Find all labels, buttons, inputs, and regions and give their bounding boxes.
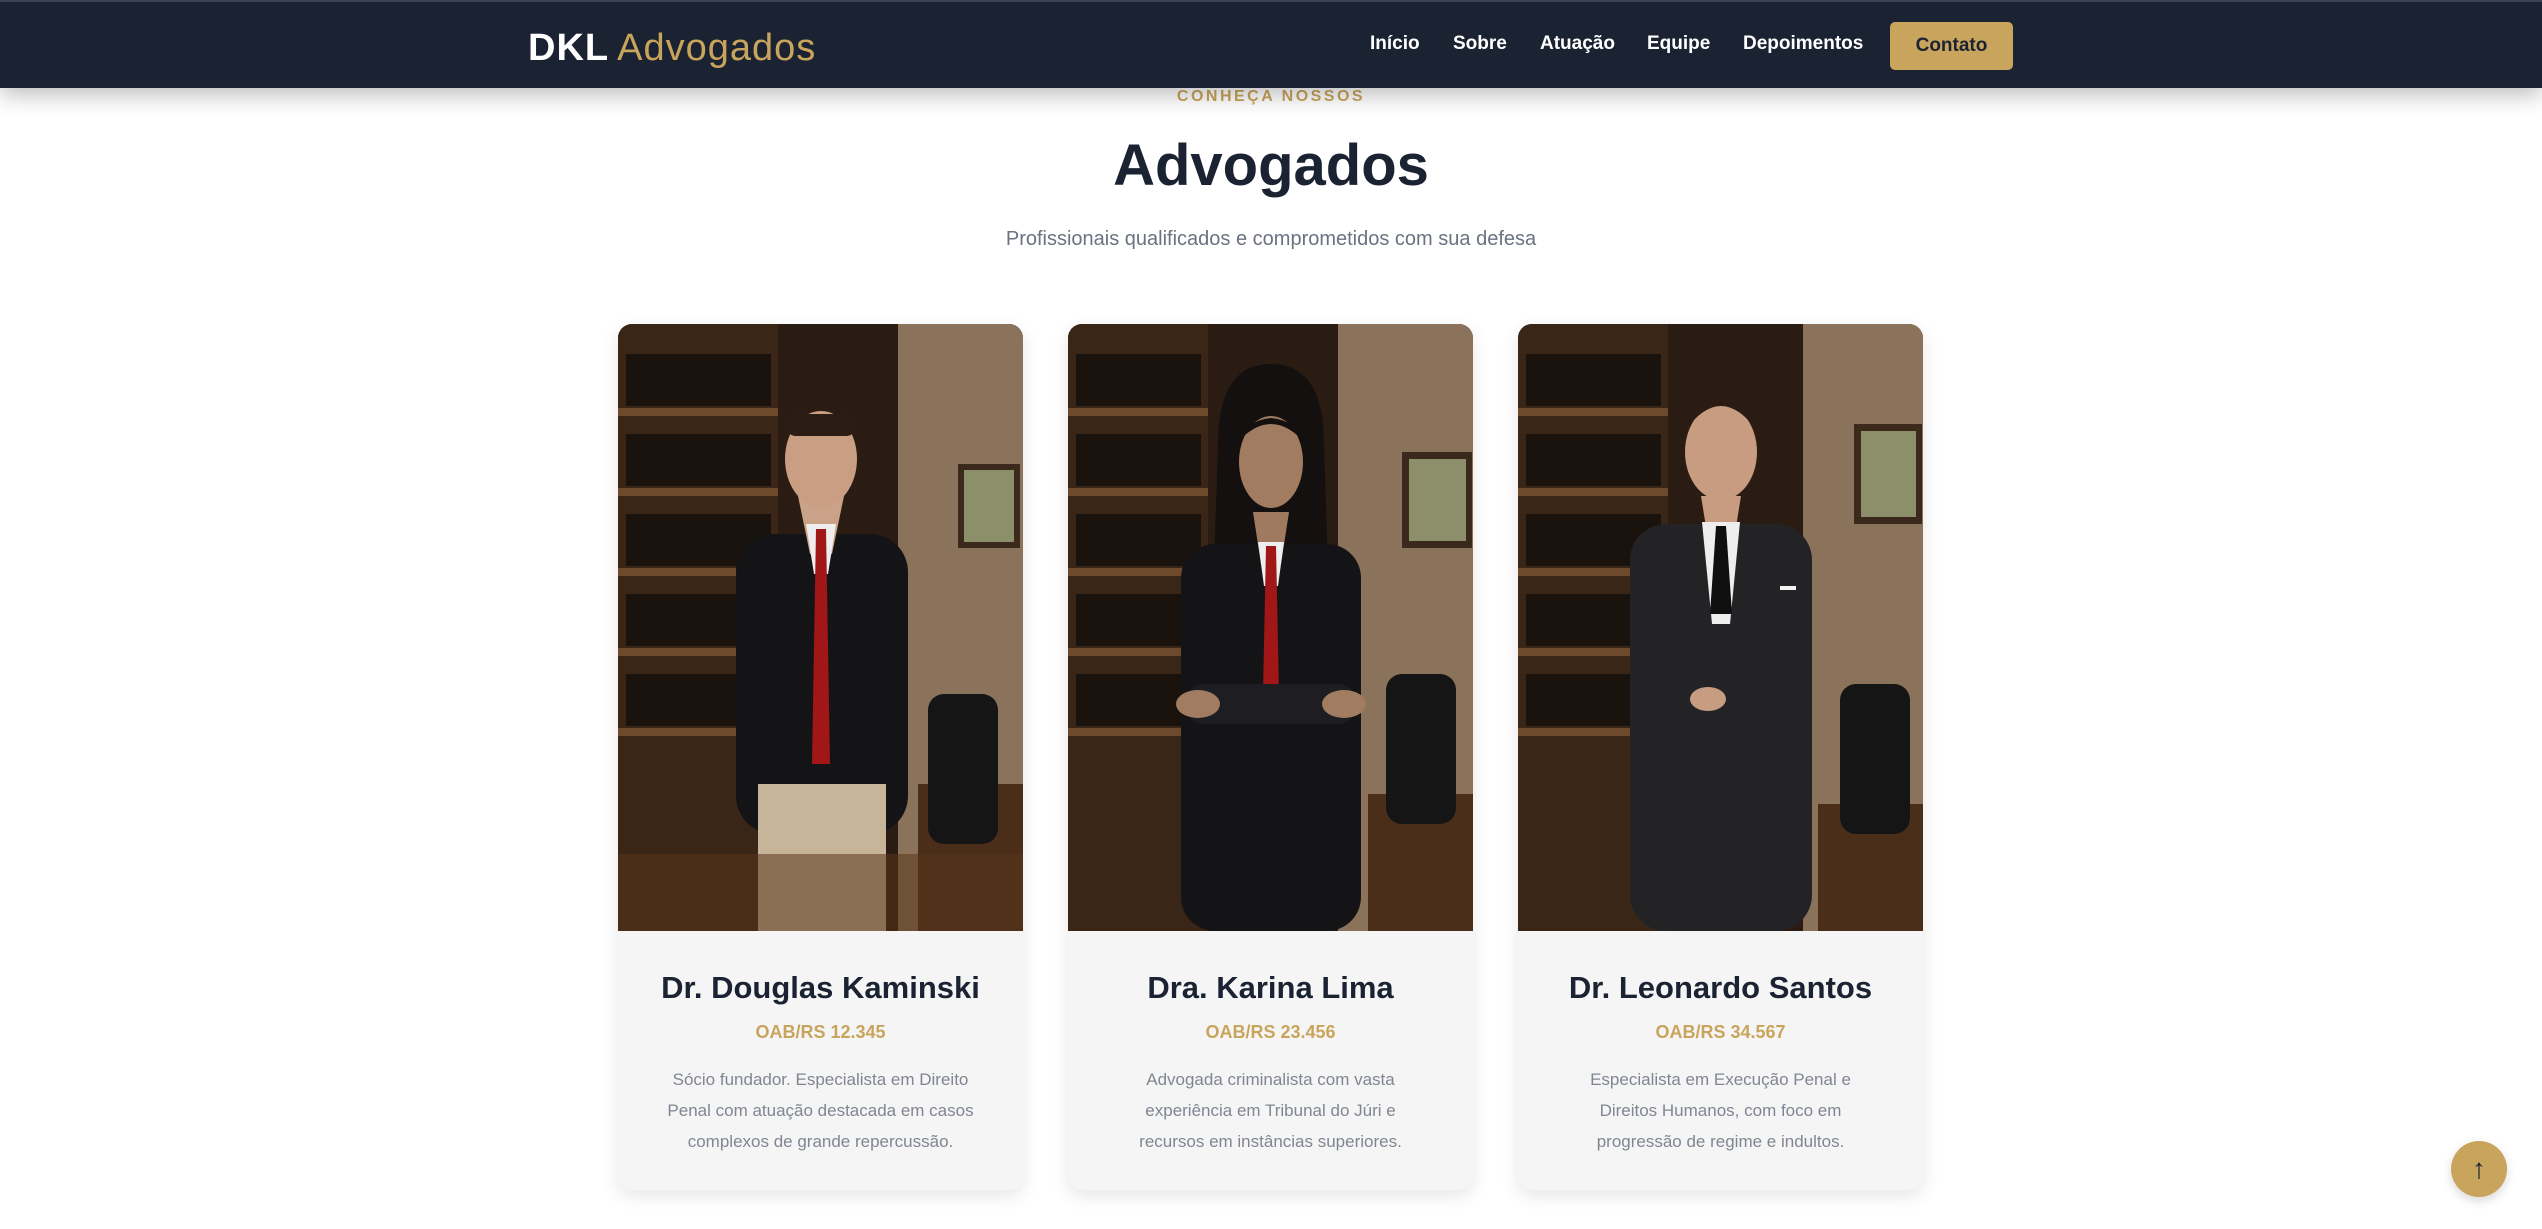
brand-light: Advogados [617,27,817,69]
back-to-top-button[interactable]: ↑ [2451,1141,2507,1197]
contact-button[interactable]: Contato [1890,22,2013,70]
nav-link-depoimentos[interactable]: Depoimentos [1743,33,1863,55]
lawyer-description: Sócio fundador. Especialista em Direito … [667,1070,974,1151]
lawyer-card: Dra. Karina Lima OAB/RS 23.456 Advogada … [1068,324,1473,1190]
nav-link-equipe[interactable]: Equipe [1647,33,1710,55]
lawyer-card: Dr. Leonardo Santos OAB/RS 34.567 Especi… [1518,324,1923,1190]
nav-link-atuacao[interactable]: Atuação [1540,33,1615,55]
brand-logo[interactable]: DKL Advogados [528,26,816,70]
lawyer-card: Dr. Douglas Kaminski OAB/RS 12.345 Sócio… [618,324,1023,1190]
lawyer-description: Advogada criminalista com vasta experiên… [1139,1070,1402,1151]
lawyer-photo [1518,324,1923,931]
lawyer-photo [1068,324,1473,931]
nav-link-sobre[interactable]: Sobre [1453,33,1507,55]
brand-bold: DKL [528,27,610,69]
lawyer-name: Dra. Karina Lima [1147,970,1394,1005]
lawyer-oab: OAB/RS 12.345 [755,1022,886,1042]
lawyer-photo [618,324,1023,931]
arrow-up-icon: ↑ [2472,1153,2486,1184]
lawyer-name: Dr. Douglas Kaminski [661,970,980,1005]
lawyer-oab: OAB/RS 34.567 [1655,1022,1786,1042]
lawyer-oab: OAB/RS 23.456 [1205,1022,1336,1042]
section-subtitle: Profissionais qualificados e comprometid… [1005,228,1537,250]
section-title: Advogados [1113,133,1429,198]
section-eyebrow: CONHEÇA NOSSOS [1176,88,1366,105]
lawyer-description: Especialista em Execução Penal e Direito… [1590,1070,1851,1151]
navbar: DKL Advogados Início Sobre Atuação Equipe… [0,0,2542,88]
nav-link-inicio[interactable]: Início [1370,33,1420,55]
lawyer-name: Dr. Leonardo Santos [1568,970,1873,1005]
